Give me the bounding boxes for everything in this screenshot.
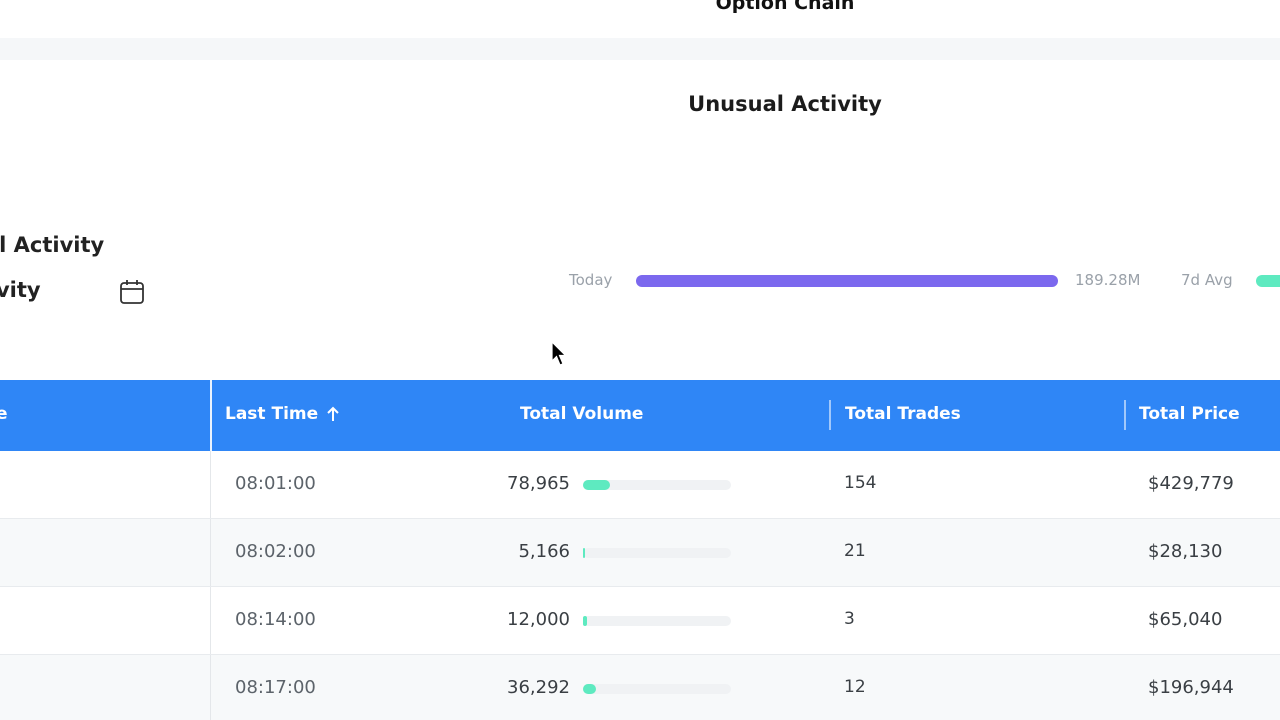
today-volume-value: 189.28M [1075, 271, 1141, 289]
arrow-up-icon [327, 406, 339, 421]
table-row[interactable]: 08:14:00 12,000 3 $65,040 [0, 587, 1280, 655]
table-row[interactable]: 08:01:00 78,965 154 $429,779 [0, 451, 1280, 519]
unusual-activity-table: e Last Time Total Volume Total Trades To… [0, 380, 1280, 720]
left-panel-subtitle: Activity [0, 278, 41, 302]
volume-bar-fill [583, 480, 610, 490]
cell-total-trades: 21 [844, 541, 866, 561]
row-divider [210, 451, 211, 518]
cell-total-trades: 154 [844, 473, 877, 493]
cell-total-trades: 3 [844, 609, 855, 629]
table-row[interactable]: 08:02:00 5,166 21 $28,130 [0, 519, 1280, 587]
row-divider [210, 587, 211, 654]
cell-total-volume: 78,965 [507, 473, 570, 494]
column-header-total-price[interactable]: Total Price [1139, 404, 1240, 424]
row-divider [210, 655, 211, 720]
cell-total-trades: 12 [844, 677, 866, 697]
volume-bar-fill [583, 684, 596, 694]
table-row[interactable]: 08:17:00 36,292 12 $196,944 [0, 655, 1280, 720]
table-header: e Last Time Total Volume Total Trades To… [0, 380, 1280, 451]
column-header-last-time-label: Last Time [225, 404, 319, 424]
column-header-total-trades[interactable]: Total Trades [845, 404, 961, 424]
unusual-activity-title: Unusual Activity [688, 92, 882, 116]
cell-last-time: 08:14:00 [235, 609, 316, 630]
cell-total-volume: 36,292 [507, 677, 570, 698]
volume-bar [583, 616, 731, 626]
cell-total-volume: 5,166 [518, 541, 570, 562]
cell-total-price: $429,779 [1148, 473, 1234, 494]
cell-last-time: 08:02:00 [235, 541, 316, 562]
page: Option Chain Unusual Activity ual Activi… [0, 0, 1280, 720]
cell-last-time: 08:17:00 [235, 677, 316, 698]
cell-last-time: 08:01:00 [235, 473, 316, 494]
today-volume-bar [636, 275, 1058, 287]
column-divider [829, 400, 831, 430]
cell-total-price: $65,040 [1148, 609, 1223, 630]
column-divider [210, 380, 212, 451]
avg-volume-label: 7d Avg [1181, 271, 1233, 289]
cell-total-volume: 12,000 [507, 609, 570, 630]
row-divider [210, 519, 211, 586]
avg-volume-bar [1256, 275, 1280, 287]
column-header-partial[interactable]: e [0, 404, 8, 424]
cell-total-price: $196,944 [1148, 677, 1234, 698]
column-header-last-time[interactable]: Last Time [225, 404, 340, 424]
top-strip: Option Chain [0, 0, 1280, 38]
column-divider [1124, 400, 1126, 430]
option-chain-title: Option Chain [715, 0, 855, 14]
volume-bar [583, 684, 731, 694]
column-header-total-volume[interactable]: Total Volume [520, 404, 643, 424]
section-divider [0, 38, 1280, 60]
today-volume-label: Today [569, 271, 613, 289]
mouse-cursor-icon [551, 340, 567, 367]
cell-total-price: $28,130 [1148, 541, 1223, 562]
volume-bar-fill [583, 548, 586, 558]
volume-bar [583, 480, 731, 490]
volume-bar-fill [583, 616, 588, 626]
volume-bar [583, 548, 731, 558]
left-panel-title: ual Activity [0, 233, 105, 257]
calendar-icon[interactable] [118, 278, 146, 306]
